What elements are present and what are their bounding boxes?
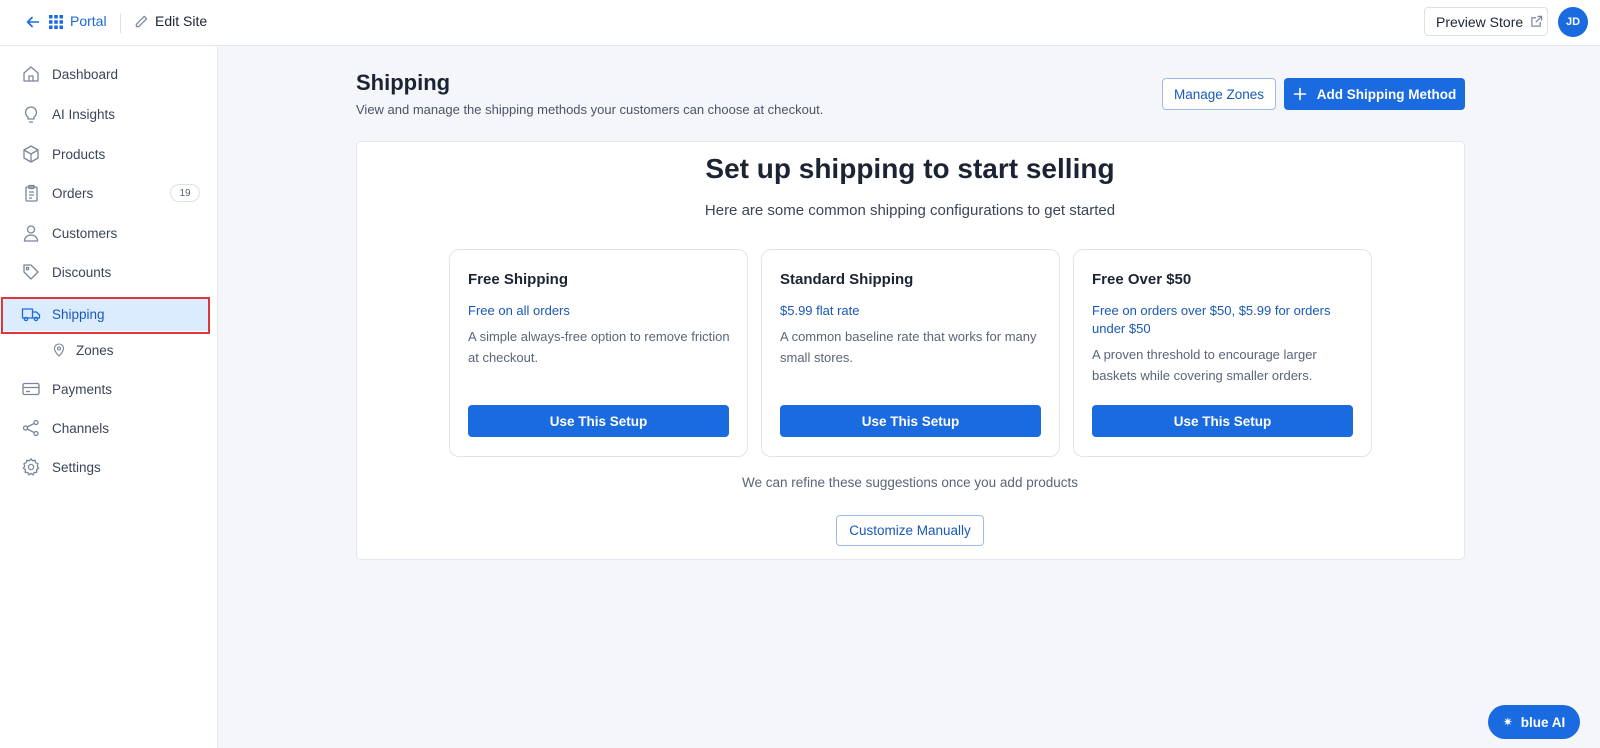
sidebar-item-discounts[interactable]: Discounts: [0, 254, 217, 290]
sidebar-item-label: Orders: [52, 185, 94, 201]
card-title: Free Over $50: [1092, 271, 1192, 288]
panel-subtitle: Here are some common shipping configurat…: [704, 202, 1116, 219]
card-rate: Free on orders over $50, $5.99 for order…: [1092, 303, 1331, 336]
use-this-setup-button[interactable]: Use This Setup: [468, 405, 729, 437]
sparkle-icon: ✷: [1502, 715, 1513, 729]
ai-assistant-label: blue AI: [1520, 714, 1566, 730]
selection-highlight: [1, 297, 210, 334]
sidebar-item-label: Zones: [76, 342, 114, 358]
edit-site-link[interactable]: Edit Site: [155, 13, 207, 29]
use-this-setup-button[interactable]: Use This Setup: [780, 405, 1041, 437]
add-shipping-method-label: Add Shipping Method: [1316, 86, 1457, 102]
clipboard-icon: [25, 184, 38, 202]
apps-grid-icon[interactable]: [49, 15, 63, 29]
sidebar-item-label: Discounts: [52, 264, 112, 280]
sidebar-item-label: AI Insights: [52, 106, 116, 122]
add-shipping-method-button[interactable]: Add Shipping Method: [1284, 78, 1465, 110]
sidebar-item-label: Channels: [52, 420, 110, 436]
sidebar-item-payments[interactable]: Payments: [0, 371, 217, 407]
preview-store-label: Preview Store: [1436, 13, 1524, 30]
panel-title: Set up shipping to start selling: [705, 153, 1115, 184]
customize-manually-button[interactable]: Customize Manually: [836, 515, 984, 546]
panel-note: We can refine these suggestions once you…: [742, 475, 1078, 490]
sidebar-item-zones[interactable]: Zones: [0, 332, 217, 368]
top-bar: Portal Edit Site Preview Store JD: [0, 0, 1600, 46]
location-pin-icon: [53, 343, 65, 357]
external-link-icon: [1531, 15, 1543, 27]
tag-icon: [23, 264, 39, 280]
sidebar-item-label: Dashboard: [52, 66, 119, 82]
sidebar-item-label: Settings: [52, 459, 101, 475]
avatar[interactable]: JD: [1558, 7, 1588, 37]
back-arrow-icon[interactable]: [24, 13, 42, 31]
use-this-setup-button[interactable]: Use This Setup: [1092, 405, 1353, 437]
card-description: A common baseline rate that works for ma…: [780, 329, 1037, 365]
card-description: A simple always-free option to remove fr…: [468, 329, 730, 365]
share-icon: [22, 419, 39, 437]
ai-assistant-button[interactable]: ✷ blue AI: [1488, 705, 1580, 739]
pencil-icon: [135, 15, 148, 28]
sidebar-item-dashboard[interactable]: Dashboard: [0, 56, 217, 92]
plus-icon: [1293, 87, 1307, 101]
shipping-option-card: Free Over $50 Free on orders over $50, $…: [1073, 249, 1372, 457]
sidebar-item-label: Payments: [52, 381, 113, 397]
credit-card-icon: [22, 382, 40, 396]
topbar-divider: [120, 13, 121, 33]
orders-count-badge: 19: [170, 184, 200, 202]
lightbulb-icon: [24, 106, 38, 123]
card-description: A proven threshold to encourage larger b…: [1092, 347, 1317, 383]
card-rate: $5.99 flat rate: [780, 303, 860, 318]
card-title: Standard Shipping: [780, 271, 914, 288]
page-title: Shipping: [356, 70, 451, 95]
card-rate: Free on all orders: [468, 303, 570, 318]
sidebar-item-ai-insights[interactable]: AI Insights: [0, 96, 217, 132]
sidebar-item-label: Customers: [52, 225, 118, 241]
sidebar-item-channels[interactable]: Channels: [0, 410, 217, 446]
sidebar: Dashboard AI Insights Products Orders 19…: [0, 46, 218, 748]
manage-zones-button[interactable]: Manage Zones: [1162, 78, 1276, 110]
gear-icon: [22, 458, 40, 476]
shipping-option-card: Free Shipping Free on all orders A simpl…: [449, 249, 748, 457]
user-icon: [23, 225, 39, 242]
shipping-option-card: Standard Shipping $5.99 flat rate A comm…: [761, 249, 1060, 457]
sidebar-item-customers[interactable]: Customers: [0, 215, 217, 251]
page-subtitle: View and manage the shipping methods you…: [356, 102, 824, 117]
card-title: Free Shipping: [468, 271, 569, 288]
portal-link[interactable]: Portal: [70, 13, 107, 29]
preview-store-button[interactable]: Preview Store: [1424, 7, 1548, 36]
home-icon: [23, 66, 39, 82]
